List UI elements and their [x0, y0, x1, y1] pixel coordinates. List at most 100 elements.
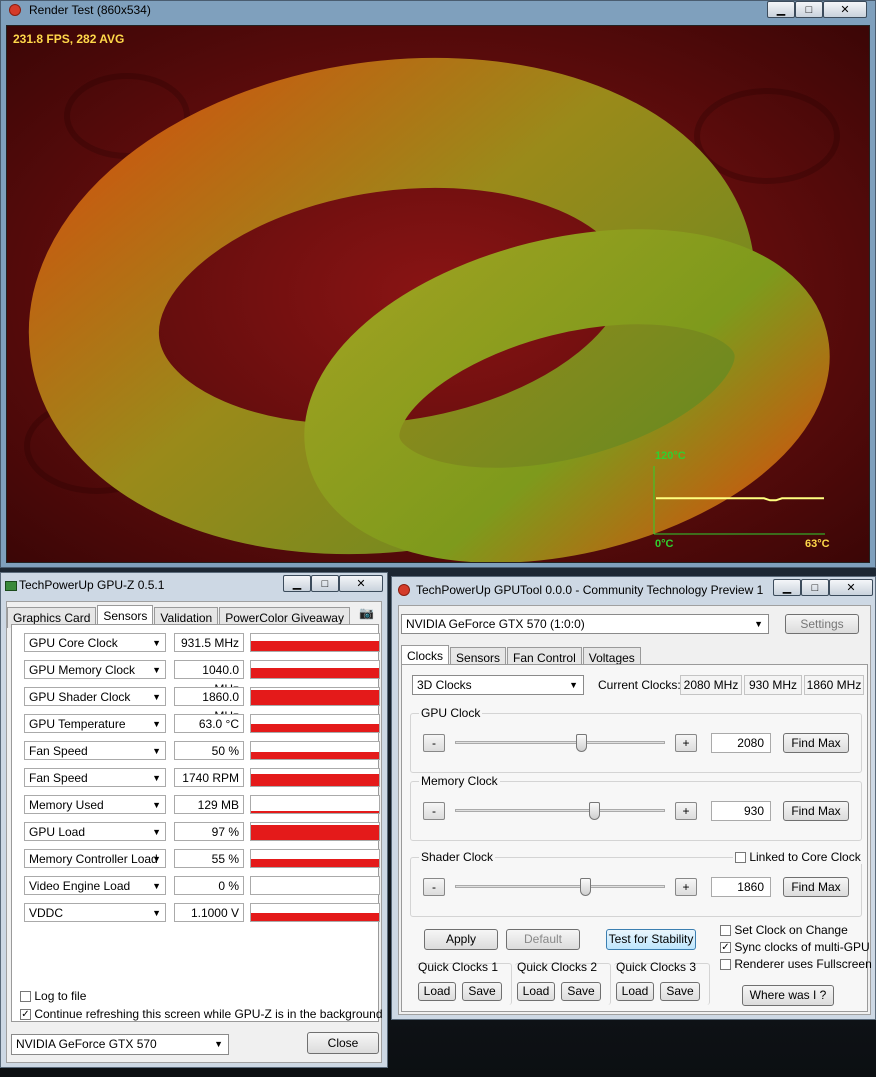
sensor-name-dropdown[interactable]: Fan Speed ▼ [24, 768, 166, 787]
close-button[interactable]: ✕ [823, 1, 867, 18]
clock-profile-dropdown[interactable]: 3D Clocks ▼ [412, 675, 584, 695]
sensor-value: 1.1000 V [174, 903, 244, 922]
sensor-graph-fill [251, 811, 379, 813]
sensor-graph [250, 849, 380, 868]
quick-clocks-3-save-button[interactable]: Save [660, 982, 700, 1001]
clock-profile-value: 3D Clocks [417, 678, 472, 692]
quick-clocks-1-save-button[interactable]: Save [462, 982, 502, 1001]
gpu-select-dropdown[interactable]: NVIDIA GeForce GTX 570 ▼ [11, 1034, 229, 1055]
memory-clock-find-max-button[interactable]: Find Max [783, 801, 849, 821]
shader-clock-increase-button[interactable]: + [675, 878, 697, 896]
sensor-name-dropdown[interactable]: GPU Temperature ▼ [24, 714, 166, 733]
maximize-button[interactable]: □ [801, 579, 829, 596]
renderer-fullscreen-checkbox[interactable] [720, 959, 731, 971]
chevron-down-icon: ▼ [152, 881, 161, 891]
maximize-button[interactable]: □ [311, 575, 339, 592]
shader-clock-decrease-button[interactable]: - [423, 878, 445, 896]
temp-axis-min: 0°C [655, 538, 674, 550]
apply-button[interactable]: Apply [424, 929, 498, 950]
sensor-name-dropdown[interactable]: GPU Core Clock ▼ [24, 633, 166, 652]
sensor-row: Fan Speed ▼ 50 % [24, 741, 380, 762]
memory-clock-slider-track[interactable] [455, 809, 665, 812]
gpu-clock-value[interactable]: 2080 [711, 733, 771, 753]
shader-clock-label: Shader Clock [419, 850, 496, 864]
gpu-clock-find-max-button[interactable]: Find Max [783, 733, 849, 753]
sensor-graph-fill [251, 774, 379, 786]
sync-clocks-row[interactable]: ✓ Sync clocks of multi-GPU [720, 940, 870, 954]
chevron-down-icon: ▼ [152, 773, 161, 783]
renderer-fullscreen-row[interactable]: Renderer uses Fullscreen [720, 957, 872, 971]
linked-core-label: Linked to Core Clock [749, 850, 861, 864]
close-button[interactable]: Close [307, 1032, 379, 1054]
log-to-file-row[interactable]: Log to file [20, 989, 86, 1003]
minimize-button[interactable]: ▁ [773, 579, 801, 596]
quick-clocks-2-save-button[interactable]: Save [561, 982, 601, 1001]
linked-core-checkbox[interactable] [735, 852, 746, 864]
settings-button[interactable]: Settings [785, 614, 859, 634]
set-clock-on-change-row[interactable]: Set Clock on Change [720, 923, 848, 937]
memory-clock-group: Memory Clock - + 930 Find Max [410, 774, 862, 841]
shader-clock-value[interactable]: 1860 [711, 877, 771, 897]
shader-clock-find-max-button[interactable]: Find Max [783, 877, 849, 897]
sensor-name: Memory Used [29, 798, 104, 812]
memory-clock-increase-button[interactable]: + [675, 802, 697, 820]
current-shader-clock: 1860 MHz [804, 675, 864, 695]
sensor-name-dropdown[interactable]: GPU Load ▼ [24, 822, 166, 841]
sensor-graph [250, 876, 380, 895]
shader-clock-slider-thumb[interactable] [580, 878, 592, 896]
close-button[interactable]: ✕ [339, 575, 383, 592]
sensor-name-dropdown[interactable]: VDDC ▼ [24, 903, 166, 922]
linked-core-row[interactable]: Linked to Core Clock [733, 850, 863, 864]
log-to-file-checkbox[interactable] [20, 991, 31, 1003]
camera-icon[interactable]: 📷 [359, 606, 374, 620]
sensor-name-dropdown[interactable]: Video Engine Load ▼ [24, 876, 166, 895]
gpu-clock-slider-thumb[interactable] [576, 734, 587, 752]
sensor-row: GPU Shader Clock ▼ 1860.0 MHz [24, 687, 380, 723]
default-button[interactable]: Default [506, 929, 580, 950]
sensor-name-dropdown[interactable]: Fan Speed ▼ [24, 741, 166, 760]
sensor-value: 931.5 MHz [174, 633, 244, 652]
chevron-down-icon: ▼ [569, 680, 578, 690]
gpu-clock-increase-button[interactable]: + [675, 734, 697, 752]
sensor-name-dropdown[interactable]: GPU Shader Clock ▼ [24, 687, 166, 706]
gpu-clock-slider-track[interactable] [455, 741, 665, 744]
test-stability-button[interactable]: Test for Stability [606, 929, 696, 950]
quick-clocks-3-load-button[interactable]: Load [616, 982, 654, 1001]
close-button[interactable]: ✕ [829, 579, 873, 596]
set-clock-on-change-checkbox[interactable] [720, 925, 731, 937]
where-was-i-button[interactable]: Where was I ? [742, 985, 834, 1006]
sensor-name-dropdown[interactable]: Memory Used ▼ [24, 795, 166, 814]
sync-clocks-checkbox[interactable]: ✓ [720, 942, 731, 954]
continue-refresh-checkbox[interactable]: ✓ [20, 1009, 31, 1021]
memory-clock-decrease-button[interactable]: - [423, 802, 445, 820]
temp-axis-max: 120°C [655, 450, 686, 462]
window-controls: ▁ □ ✕ [767, 1, 867, 18]
log-to-file-label: Log to file [34, 989, 87, 1003]
shader-clock-slider-track[interactable] [455, 885, 665, 888]
minimize-button[interactable]: ▁ [283, 575, 311, 592]
minimize-button[interactable]: ▁ [767, 1, 795, 18]
window-controls: ▁ □ ✕ [773, 579, 873, 596]
chevron-down-icon: ▼ [152, 800, 161, 810]
sensor-graph [250, 903, 380, 922]
sensor-graph [250, 768, 380, 787]
quick-clocks-1-load-button[interactable]: Load [418, 982, 456, 1001]
gpu-select-dropdown[interactable]: NVIDIA GeForce GTX 570 (1:0:0) ▼ [401, 614, 769, 634]
sensor-name: VDDC [29, 906, 64, 920]
memory-clock-slider-thumb[interactable] [588, 802, 600, 820]
sensor-name-dropdown[interactable]: GPU Memory Clock ▼ [24, 660, 166, 679]
gpu-clock-label: GPU Clock [419, 706, 483, 720]
current-memory-clock: 930 MHz [744, 675, 802, 695]
gpu-clock-decrease-button[interactable]: - [423, 734, 445, 752]
continue-refresh-row[interactable]: ✓ Continue refreshing this screen while … [20, 1007, 383, 1021]
quick-clocks-1-label: Quick Clocks 1 [418, 960, 499, 974]
sensor-name-dropdown[interactable]: Memory Controller Load ▼ [24, 849, 166, 868]
render-viewport: 231.8 FPS, 282 AVG 120°C 0°C 63°C [6, 25, 870, 563]
sensor-graph [250, 633, 380, 652]
app-power-icon [9, 4, 21, 16]
fps-counter: 231.8 FPS, 282 AVG [13, 32, 125, 46]
quick-clocks-2-load-button[interactable]: Load [517, 982, 555, 1001]
maximize-button[interactable]: □ [795, 1, 823, 18]
memory-clock-value[interactable]: 930 [711, 801, 771, 821]
sensor-graph [250, 660, 380, 679]
